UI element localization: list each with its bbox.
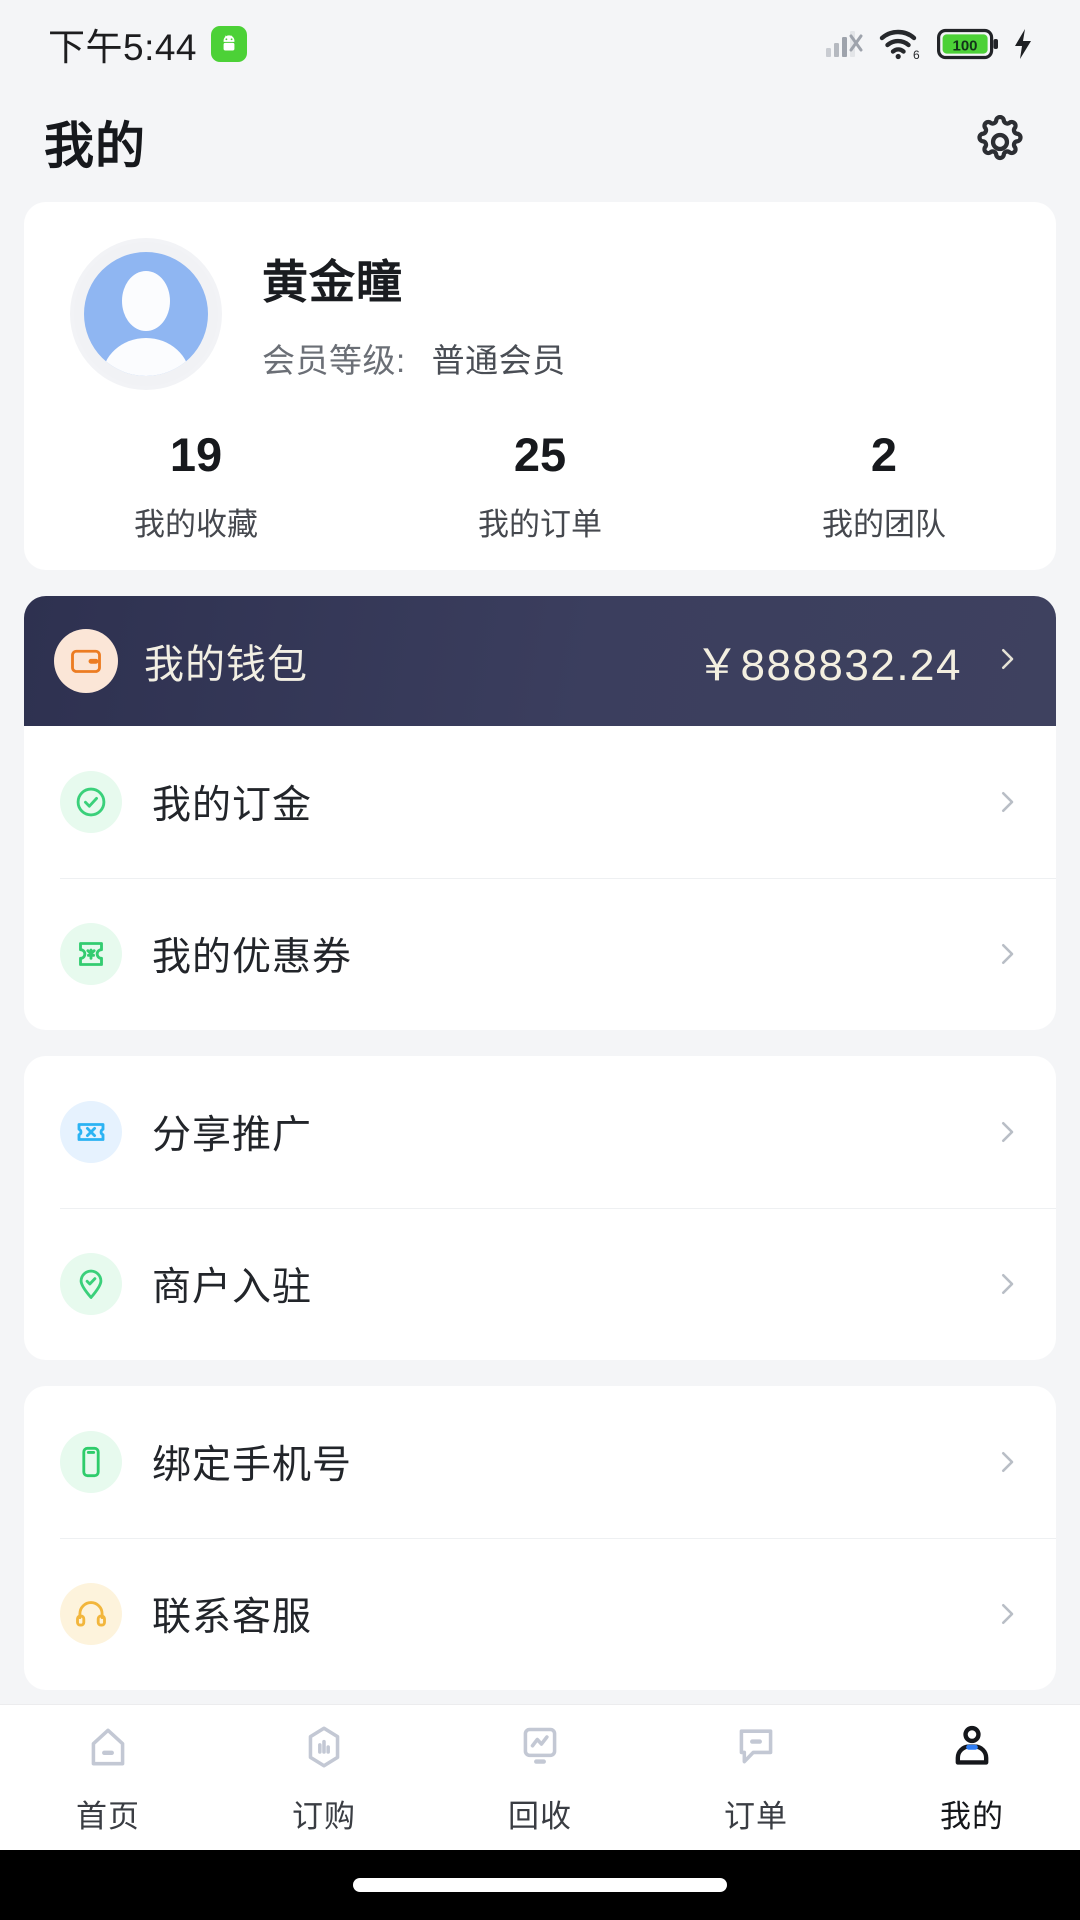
tab-recycle[interactable]: 回收 [432, 1719, 648, 1836]
menu-item-label: 我的优惠券 [152, 936, 353, 980]
profile-summary: 黄金瞳 会员等级: 普通会员 [24, 238, 1056, 390]
menu-item-label: 我的订金 [152, 784, 313, 828]
headset-icon [60, 1583, 122, 1646]
profile-level-label: 会员等级: [262, 342, 406, 379]
status-bar-left: 下午5:44 [48, 17, 248, 71]
wallet-banner-wrap: 我的钱包 ￥888832.24 [24, 596, 1056, 727]
tab-label: 回收 [508, 1799, 572, 1834]
gear-icon[interactable] [972, 114, 1028, 170]
menu-item-contact-support[interactable]: 联系客服 [24, 1538, 1056, 1690]
android-robot-icon [211, 26, 248, 62]
app-screen: 下午5:44 6 100 我的 黄金瞳 会员等级: 普通会员 19 我的收藏 2… [0, 0, 1080, 1920]
chart-hexagon-icon [299, 1719, 349, 1775]
stat-value: 2 [870, 428, 898, 481]
profile-level-value: 普通会员 [431, 342, 566, 379]
chevron-right-icon [992, 787, 1022, 817]
chevron-right-icon [992, 1447, 1022, 1477]
tab-label: 我的 [940, 1799, 1004, 1834]
tab-label: 订单 [724, 1799, 788, 1834]
menu-item-coupon[interactable]: 我的优惠券 [24, 878, 1056, 1030]
location-check-icon [60, 1253, 122, 1316]
stat-orders[interactable]: 25 我的订单 [368, 430, 712, 544]
wallet-label: 我的钱包 [144, 643, 308, 688]
home-icon [83, 1719, 133, 1775]
person-icon [947, 1719, 997, 1775]
tab-label: 订购 [292, 1799, 356, 1834]
status-time: 下午5:44 [48, 27, 198, 68]
menu-item-merchant-join[interactable]: 商户入驻 [24, 1208, 1056, 1360]
menu-group-2: 分享推广 商户入驻 [24, 1056, 1056, 1361]
wallet-banner[interactable]: 我的钱包 ￥888832.24 [24, 596, 1056, 727]
chevron-right-icon [992, 1269, 1022, 1299]
svg-text:100: 100 [952, 38, 977, 55]
profile-level: 会员等级: 普通会员 [262, 334, 566, 382]
scroll-content: 黄金瞳 会员等级: 普通会员 19 我的收藏 25 我的订单 2 我的团队 我的… [0, 196, 1080, 1704]
ticket-icon [60, 1101, 122, 1164]
profile-name: 黄金瞳 [262, 256, 403, 308]
chevron-right-icon [992, 1599, 1022, 1629]
cellular-signal-off-icon [825, 27, 865, 61]
tab-order-purchase[interactable]: 订购 [216, 1719, 432, 1836]
wallet-left: 我的钱包 [54, 629, 308, 694]
tab-home[interactable]: 首页 [0, 1719, 216, 1836]
stat-value: 25 [513, 428, 567, 481]
speech-bubble-icon [731, 1719, 781, 1775]
menu-item-label: 商户入驻 [152, 1266, 313, 1310]
svg-text:6: 6 [913, 48, 920, 62]
stat-value: 19 [169, 428, 223, 481]
menu-group-1: 我的订金 我的优惠券 [24, 726, 1056, 1031]
coupon-icon [60, 923, 122, 986]
wallet-amount: ￥888832.24 [695, 641, 962, 691]
menu-item-bind-phone[interactable]: 绑定手机号 [24, 1386, 1056, 1538]
profile-stats: 19 我的收藏 25 我的订单 2 我的团队 [24, 430, 1056, 544]
menu-item-label: 分享推广 [152, 1114, 313, 1158]
menu-item-share-promote[interactable]: 分享推广 [24, 1056, 1056, 1208]
profile-card[interactable]: 黄金瞳 会员等级: 普通会员 19 我的收藏 25 我的订单 2 我的团队 [24, 202, 1056, 571]
status-bar-right: 6 100 [825, 26, 1034, 62]
page-title: 我的 [44, 118, 146, 174]
home-indicator[interactable] [353, 1878, 727, 1892]
menu-item-label: 联系客服 [152, 1596, 313, 1640]
chevron-right-icon [992, 644, 1022, 679]
tab-orders[interactable]: 订单 [648, 1719, 864, 1836]
chevron-right-icon [992, 939, 1022, 969]
battery-icon: 100 [937, 28, 999, 60]
bottom-tab-bar: 首页 订购 回收 订单 我的 [0, 1704, 1080, 1850]
stat-label: 我的团队 [822, 507, 946, 543]
user-avatar-icon [74, 242, 218, 386]
wallet-icon [54, 629, 118, 694]
charging-bolt-icon [1012, 28, 1034, 60]
chevron-right-icon [992, 1117, 1022, 1147]
phone-icon [60, 1431, 122, 1494]
monitor-line-icon [515, 1719, 565, 1775]
menu-group-3: 绑定手机号 联系客服 [24, 1386, 1056, 1691]
menu-item-label: 绑定手机号 [152, 1444, 353, 1488]
wallet-right: ￥888832.24 [695, 629, 1022, 693]
wifi-6-icon: 6 [878, 26, 924, 62]
menu-item-deposit[interactable]: 我的订金 [24, 726, 1056, 878]
profile-meta: 黄金瞳 会员等级: 普通会员 [262, 246, 566, 382]
tab-label: 首页 [76, 1799, 140, 1834]
tab-profile[interactable]: 我的 [864, 1719, 1080, 1836]
stat-favorites[interactable]: 19 我的收藏 [24, 430, 368, 544]
page-header: 我的 [0, 88, 1080, 196]
avatar[interactable] [70, 238, 222, 390]
stat-label: 我的收藏 [134, 507, 258, 543]
home-indicator-bar [0, 1850, 1080, 1920]
stat-label: 我的订单 [478, 507, 602, 543]
stat-team[interactable]: 2 我的团队 [712, 430, 1056, 544]
check-circle-icon [60, 771, 122, 834]
status-bar: 下午5:44 6 100 [0, 0, 1080, 88]
